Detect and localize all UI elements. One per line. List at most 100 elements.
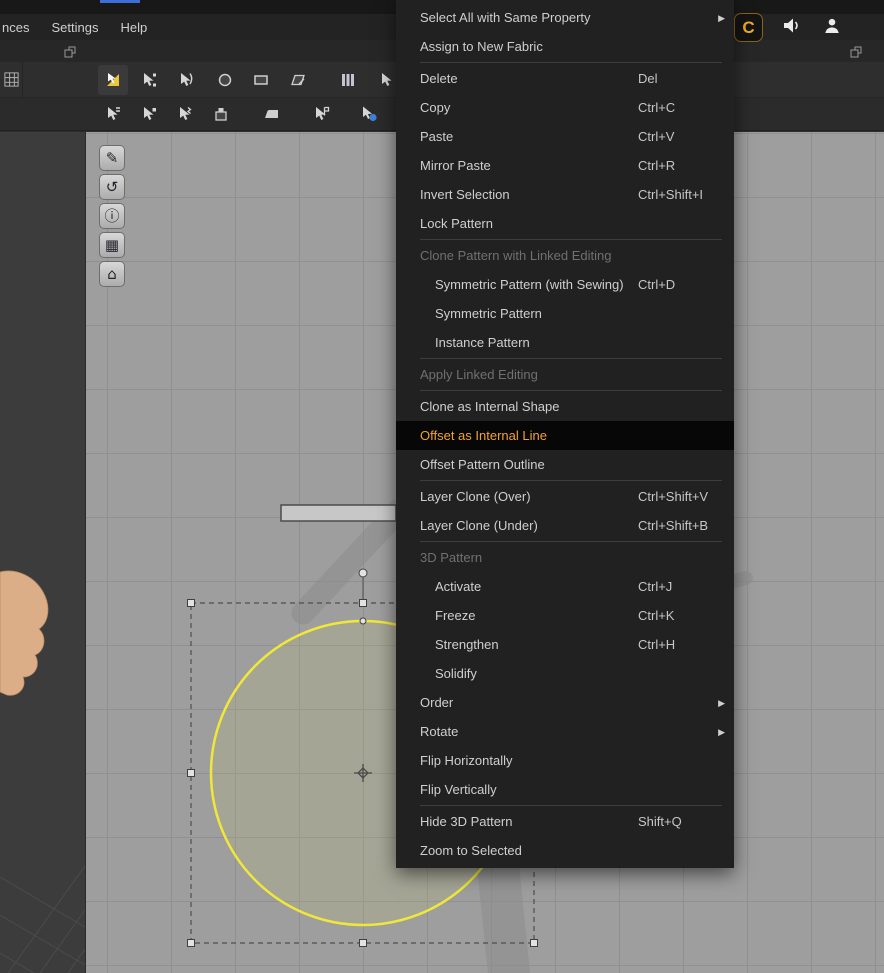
menu-item-invert-selection[interactable]: Invert Selection Ctrl+Shift+I xyxy=(396,180,734,209)
menu-item-zoom-to-selected[interactable]: Zoom to Selected xyxy=(396,836,734,865)
menu-item-paste[interactable]: Paste Ctrl+V xyxy=(396,122,734,151)
polygon-pen-icon xyxy=(291,74,305,85)
menu-help[interactable]: Help xyxy=(109,20,158,35)
menu-item-clone-as-internal-shape[interactable]: Clone as Internal Shape xyxy=(396,392,734,421)
trace-pointer-icon xyxy=(382,72,392,86)
pen-icon: ✎ xyxy=(105,148,119,167)
menu-item-label: Lock Pattern xyxy=(420,216,493,231)
menu-item-label: Select All with Same Property xyxy=(420,10,591,25)
detach-3d-window-button[interactable] xyxy=(64,45,76,58)
menu-item-activate[interactable]: Activate Ctrl+J xyxy=(396,572,734,601)
menu-item-label: Strengthen xyxy=(435,637,499,652)
menu-item-label: 3D Pattern xyxy=(420,550,483,565)
menu-item-lock-pattern[interactable]: Lock Pattern xyxy=(396,209,734,238)
user-icon xyxy=(825,18,839,33)
menu-item-label: Apply Linked Editing xyxy=(420,367,538,382)
menu-item-delete[interactable]: Delete Del xyxy=(396,64,734,93)
menu-item-copy[interactable]: Copy Ctrl+C xyxy=(396,93,734,122)
menu-item-mirror-paste[interactable]: Mirror Paste Ctrl+R xyxy=(396,151,734,180)
menu-item-instance-pattern[interactable]: Instance Pattern xyxy=(396,328,734,357)
rotate-view-button[interactable]: ↺ xyxy=(99,174,125,200)
menu-item-assign-to-new-fabric[interactable]: Assign to New Fabric xyxy=(396,32,734,61)
menu-item-offset-pattern-outline[interactable]: Offset Pattern Outline xyxy=(396,450,734,479)
menu-item-select-all-with-same-property[interactable]: Select All with Same Property ▶ xyxy=(396,3,734,32)
toolbar-divider xyxy=(22,62,23,97)
menu-settings[interactable]: Settings xyxy=(40,20,109,35)
menu-item-strengthen[interactable]: Strengthen Ctrl+H xyxy=(396,630,734,659)
pen-tool-button[interactable]: ✎ xyxy=(99,145,125,171)
edit-sewing-icon xyxy=(180,106,192,120)
menu-item-label: Solidify xyxy=(435,666,477,681)
pin-tool-button[interactable] xyxy=(206,99,236,129)
menu-item-layer-clone-under[interactable]: Layer Clone (Under) Ctrl+Shift+B xyxy=(396,511,734,540)
menu-item-label: Offset Pattern Outline xyxy=(420,457,545,472)
home-view-button[interactable]: ⌂ xyxy=(99,261,125,287)
plaid-icon xyxy=(3,72,19,87)
menu-item-label: Symmetric Pattern (with Sewing) xyxy=(435,277,624,292)
rectangle-tool-button[interactable] xyxy=(246,65,276,95)
menu-item-clone-pattern-with-linked-editing: Clone Pattern with Linked Editing xyxy=(396,241,734,270)
menu-item-shortcut: Ctrl+H xyxy=(638,637,676,652)
menu-item-solidify[interactable]: Solidify xyxy=(396,659,734,688)
polygon-tool-button[interactable] xyxy=(283,65,313,95)
menu-item-shortcut: Ctrl+V xyxy=(638,129,675,144)
fabric-grid-button[interactable] xyxy=(0,62,22,97)
submenu-arrow-icon: ▶ xyxy=(718,698,725,708)
free-sewing-tool-button[interactable] xyxy=(134,99,164,129)
transform-pattern-icon xyxy=(107,72,119,86)
segment-sewing-tool-button[interactable] xyxy=(98,99,128,129)
menu-item-shortcut: Ctrl+Shift+B xyxy=(638,518,709,533)
menu-item-label: Rotate xyxy=(420,724,459,739)
iron-tool-button[interactable] xyxy=(257,99,287,129)
pin-box-icon xyxy=(215,108,227,121)
menu-item-offset-as-internal-line[interactable]: Offset as Internal Line xyxy=(396,421,734,450)
edit-pattern-icon xyxy=(144,72,156,86)
menu-separator xyxy=(420,541,722,542)
clo-app-window: nces Settings Help C ✎ ↺ ⓘ ▦ ⌂ Select Al… xyxy=(0,0,884,973)
menu-item-order[interactable]: Order ▶ xyxy=(396,688,734,717)
edit-sewing-tool-button[interactable] xyxy=(170,99,200,129)
tack-flag-icon xyxy=(316,106,330,120)
menu-item-label: Order xyxy=(420,695,454,710)
menu-item-hide-3d-pattern[interactable]: Hide 3D Pattern Shift+Q xyxy=(396,807,734,836)
clo-logo[interactable]: C xyxy=(734,13,763,42)
menu-item-label: Copy xyxy=(420,100,451,115)
menu-separator xyxy=(420,239,722,240)
menu-item-flip-vertically[interactable]: Flip Vertically xyxy=(396,775,734,804)
menu-item-rotate[interactable]: Rotate ▶ xyxy=(396,717,734,746)
edit-curvature-icon xyxy=(181,72,193,86)
info-toggle-button[interactable]: ⓘ xyxy=(99,203,125,229)
menu-item-label: Activate xyxy=(435,579,482,594)
menu-item-symmetric-pattern[interactable]: Symmetric Pattern xyxy=(396,299,734,328)
menu-item-label: Paste xyxy=(420,129,454,144)
menu-separator xyxy=(420,62,722,63)
tack-tool-button[interactable] xyxy=(306,99,336,129)
menu-item-shortcut: Del xyxy=(638,71,658,86)
speaker-icon xyxy=(784,18,798,33)
add-point-tool-button[interactable] xyxy=(210,65,240,95)
menu-item-freeze[interactable]: Freeze Ctrl+K xyxy=(396,601,734,630)
menu-item-layer-clone-over[interactable]: Layer Clone (Over) Ctrl+Shift+V xyxy=(396,482,734,511)
viewport-3d[interactable] xyxy=(0,132,86,973)
menu-item-symmetric-pattern-with-sewing[interactable]: Symmetric Pattern (with Sewing) Ctrl+D xyxy=(396,270,734,299)
account-button[interactable] xyxy=(823,17,841,37)
edit-curvature-tool-button[interactable] xyxy=(171,65,201,95)
titlebar-accent xyxy=(100,0,140,3)
menu-preferences[interactable]: nces xyxy=(0,20,40,35)
dart-tool-button[interactable] xyxy=(333,65,363,95)
menu-item-label: Clone Pattern with Linked Editing xyxy=(420,248,612,263)
rotate-icon: ↺ xyxy=(105,177,119,196)
menu-item-flip-horizontally[interactable]: Flip Horizontally xyxy=(396,746,734,775)
menu-item-label: Symmetric Pattern xyxy=(435,306,542,321)
fabric-strain-tool-button[interactable] xyxy=(354,99,384,129)
grid-toggle-button[interactable]: ▦ xyxy=(99,232,125,258)
edit-pattern-tool-button[interactable] xyxy=(134,65,164,95)
menu-item-shortcut: Ctrl+Shift+I xyxy=(638,187,704,202)
transform-pattern-tool-button[interactable] xyxy=(98,64,128,95)
detach-2d-window-button[interactable] xyxy=(850,45,862,58)
grid-icon: ▦ xyxy=(104,235,120,254)
iron-icon xyxy=(265,110,278,118)
sound-button[interactable] xyxy=(782,17,801,37)
menu-item-shortcut: Ctrl+C xyxy=(638,100,676,115)
submenu-arrow-icon: ▶ xyxy=(718,727,725,737)
